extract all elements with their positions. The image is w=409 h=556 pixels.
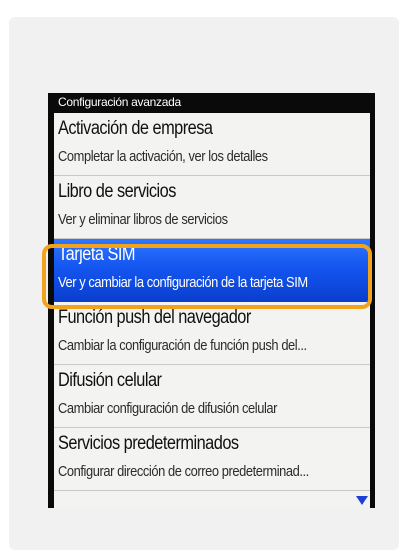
menu-item-tarjeta-sim[interactable]: Tarjeta SIM Ver y cambiar la configuraci… (54, 239, 370, 302)
menu-item-title: Activación de empresa (58, 118, 213, 139)
menu-item-servicios-predeterminados[interactable]: Servicios predeterminados Configurar dir… (54, 428, 370, 491)
menu-item-activacion-empresa[interactable]: Activación de empresa Completar la activ… (54, 113, 370, 176)
menu-item-title: Función push del navegador (58, 307, 251, 328)
menu-item-difusion-celular[interactable]: Difusión celular Cambiar configuración d… (54, 365, 370, 428)
menu-item-title: Difusión celular (58, 370, 162, 391)
menu-item-subtitle: Ver y eliminar libros de servicios (58, 211, 228, 228)
menu-item-subtitle: Cambiar la configuración de función push… (58, 337, 307, 354)
menu-item-title: Servicios predeterminados (58, 433, 239, 454)
menu-item-subtitle: Completar la activación, ver los detalle… (58, 148, 268, 165)
menu-item-title: Tarjeta SIM (58, 244, 135, 265)
menu-item-title: Libro de servicios (58, 181, 176, 202)
device-screen: Configuración avanzada Activación de emp… (48, 93, 375, 508)
triangle-down-icon[interactable] (356, 496, 368, 505)
screen-header-title: Configuración avanzada (58, 95, 181, 109)
menu-item-funcion-push[interactable]: Función push del navegador Cambiar la co… (54, 302, 370, 365)
menu-item-libro-servicios[interactable]: Libro de servicios Ver y eliminar libros… (54, 176, 370, 239)
menu-item-subtitle: Cambiar configuración de difusión celula… (58, 400, 278, 417)
menu-item-subtitle: Ver y cambiar la configuración de la tar… (58, 274, 308, 291)
settings-list[interactable]: Activación de empresa Completar la activ… (54, 113, 370, 508)
menu-item-subtitle: Configurar dirección de correo predeterm… (58, 463, 309, 480)
